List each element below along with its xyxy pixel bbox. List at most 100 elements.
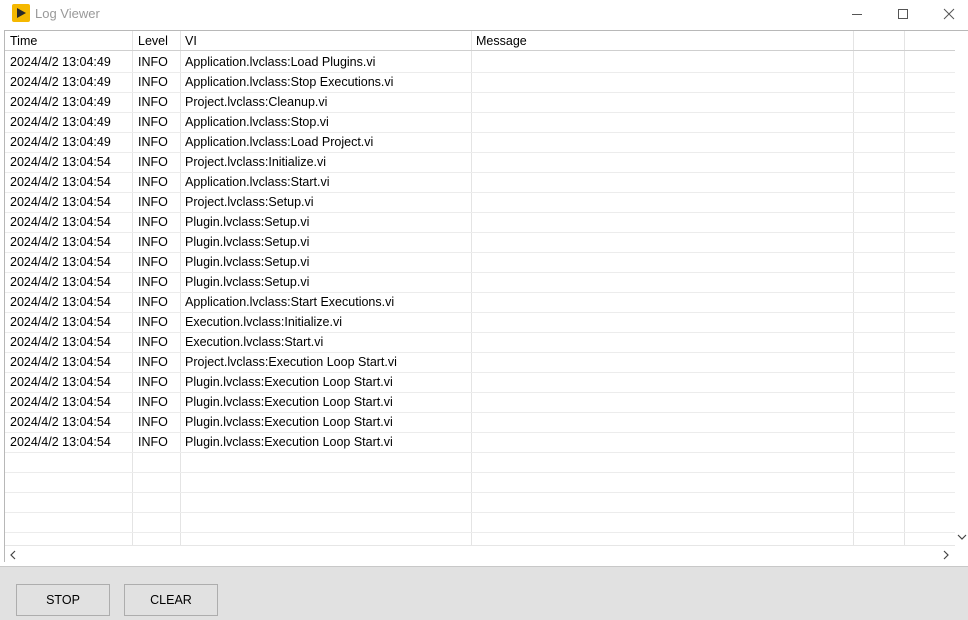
stop-button[interactable]: STOP (16, 584, 110, 616)
table-header: Time Level VI Message (5, 31, 955, 51)
cell-time: 2024/4/2 13:04:49 (10, 55, 111, 69)
cell-level: INFO (138, 95, 168, 109)
column-header-message[interactable]: Message (476, 34, 527, 48)
log-table[interactable]: Time Level VI Message 2024/4/2 13:04:49 I… (4, 30, 968, 562)
cell-time: 2024/4/2 13:04:54 (10, 235, 111, 249)
vertical-scrollbar[interactable] (955, 31, 968, 545)
table-row[interactable]: 2024/4/2 13:04:54 INFO Plugin.lvclass:Exec… (5, 393, 955, 413)
title-bar[interactable]: Log Viewer (0, 0, 968, 28)
cell-vi: Plugin.lvclass:Execution Loop Start.vi (185, 435, 393, 449)
cell-vi: Execution.lvclass:Initialize.vi (185, 315, 343, 329)
cell-level: INFO (138, 375, 168, 389)
table-row[interactable]: 2024/4/2 13:04:49 INFO Project.lvclass:Cle… (5, 93, 955, 113)
cell-time: 2024/4/2 13:04:54 (10, 275, 111, 289)
table-row[interactable]: 2024/4/2 13:04:54 INFO Plugin.lvclass:Setu… (5, 273, 955, 293)
cell-level: INFO (138, 395, 168, 409)
cell-level: INFO (138, 155, 168, 169)
cell-vi: Plugin.lvclass:Setup.vi (185, 275, 310, 289)
empty-table-row[interactable] (5, 513, 955, 533)
close-button[interactable] (926, 0, 968, 28)
cell-level: INFO (138, 115, 168, 129)
table-row[interactable]: 2024/4/2 13:04:54 INFO Plugin.lvclass:Exec… (5, 433, 955, 453)
cell-time: 2024/4/2 13:04:54 (10, 255, 111, 269)
column-header-level[interactable]: Level (138, 34, 168, 48)
cell-level: INFO (138, 275, 168, 289)
scroll-down-button[interactable] (956, 530, 968, 544)
table-row[interactable]: 2024/4/2 13:04:54 INFO Plugin.lvclass:Setu… (5, 253, 955, 273)
scroll-left-button[interactable] (8, 549, 18, 560)
table-row[interactable]: 2024/4/2 13:04:54 INFO Plugin.lvclass:Setu… (5, 233, 955, 253)
empty-table-row[interactable] (5, 453, 955, 473)
cell-vi: Plugin.lvclass:Setup.vi (185, 235, 310, 249)
cell-time: 2024/4/2 13:04:49 (10, 75, 111, 89)
cell-vi: Plugin.lvclass:Execution Loop Start.vi (185, 415, 393, 429)
table-row[interactable]: 2024/4/2 13:04:54 INFO Project.lvclass:Ini… (5, 153, 955, 173)
cell-level: INFO (138, 355, 168, 369)
minimize-button[interactable] (834, 0, 880, 28)
table-row[interactable]: 2024/4/2 13:04:54 INFO Execution.lvclass:I… (5, 313, 955, 333)
cell-time: 2024/4/2 13:04:54 (10, 175, 111, 189)
cell-vi: Application.lvclass:Load Plugins.vi (185, 55, 376, 69)
cell-level: INFO (138, 435, 168, 449)
table-row[interactable]: 2024/4/2 13:04:54 INFO Project.lvclass:Exe… (5, 353, 955, 373)
cell-vi: Application.lvclass:Stop Executions.vi (185, 75, 394, 89)
cell-level: INFO (138, 335, 168, 349)
cell-vi: Application.lvclass:Load Project.vi (185, 135, 374, 149)
clear-button[interactable]: CLEAR (124, 584, 218, 616)
table-row[interactable]: 2024/4/2 13:04:54 INFO Application.lvclass… (5, 293, 955, 313)
cell-time: 2024/4/2 13:04:54 (10, 375, 111, 389)
cell-level: INFO (138, 255, 168, 269)
cell-level: INFO (138, 415, 168, 429)
cell-level: INFO (138, 235, 168, 249)
chevron-left-icon (10, 550, 16, 560)
table-row[interactable]: 2024/4/2 13:04:49 INFO Application.lvclass… (5, 53, 955, 73)
cell-vi: Application.lvclass:Start.vi (185, 175, 330, 189)
cell-time: 2024/4/2 13:04:54 (10, 195, 111, 209)
maximize-button[interactable] (880, 0, 926, 28)
cell-level: INFO (138, 295, 168, 309)
table-row[interactable]: 2024/4/2 13:04:54 INFO Project.lvclass:Set… (5, 193, 955, 213)
table-row[interactable]: 2024/4/2 13:04:49 INFO Application.lvclass… (5, 73, 955, 93)
cell-level: INFO (138, 315, 168, 329)
cell-time: 2024/4/2 13:04:49 (10, 115, 111, 129)
scroll-right-button[interactable] (941, 549, 951, 560)
table-row[interactable]: 2024/4/2 13:04:54 INFO Application.lvclass… (5, 173, 955, 193)
table-row[interactable]: 2024/4/2 13:04:54 INFO Execution.lvclass:S… (5, 333, 955, 353)
column-header-vi[interactable]: VI (185, 34, 197, 48)
cell-time: 2024/4/2 13:04:54 (10, 315, 111, 329)
cell-vi: Application.lvclass:Stop.vi (185, 115, 329, 129)
table-row[interactable]: 2024/4/2 13:04:54 INFO Plugin.lvclass:Setu… (5, 213, 955, 233)
cell-time: 2024/4/2 13:04:54 (10, 355, 111, 369)
cell-level: INFO (138, 55, 168, 69)
labview-run-icon (12, 4, 30, 22)
table-row[interactable]: 2024/4/2 13:04:49 INFO Application.lvclass… (5, 113, 955, 133)
cell-time: 2024/4/2 13:04:54 (10, 155, 111, 169)
cell-level: INFO (138, 215, 168, 229)
cell-vi: Execution.lvclass:Start.vi (185, 335, 324, 349)
cell-vi: Plugin.lvclass:Setup.vi (185, 215, 310, 229)
cell-time: 2024/4/2 13:04:54 (10, 415, 111, 429)
table-row[interactable]: 2024/4/2 13:04:54 INFO Plugin.lvclass:Exec… (5, 413, 955, 433)
cell-time: 2024/4/2 13:04:54 (10, 215, 111, 229)
chevron-down-icon (957, 534, 967, 540)
cell-vi: Plugin.lvclass:Execution Loop Start.vi (185, 375, 393, 389)
chevron-right-icon (943, 550, 949, 560)
cell-time: 2024/4/2 13:04:49 (10, 135, 111, 149)
cell-level: INFO (138, 175, 168, 189)
cell-level: INFO (138, 75, 168, 89)
cell-vi: Plugin.lvclass:Execution Loop Start.vi (185, 395, 393, 409)
cell-time: 2024/4/2 13:04:54 (10, 335, 111, 349)
empty-table-row[interactable] (5, 493, 955, 513)
horizontal-scrollbar[interactable] (5, 545, 955, 561)
cell-vi: Plugin.lvclass:Setup.vi (185, 255, 310, 269)
empty-table-row[interactable] (5, 473, 955, 493)
close-icon (943, 8, 955, 20)
cell-time: 2024/4/2 13:04:54 (10, 435, 111, 449)
cell-vi: Project.lvclass:Execution Loop Start.vi (185, 355, 397, 369)
cell-vi: Project.lvclass:Cleanup.vi (185, 95, 328, 109)
table-row[interactable]: 2024/4/2 13:04:49 INFO Application.lvclass… (5, 133, 955, 153)
table-row[interactable]: 2024/4/2 13:04:54 INFO Plugin.lvclass:Exec… (5, 373, 955, 393)
control-panel: STOP CLEAR (0, 566, 968, 620)
minimize-icon (852, 14, 862, 15)
column-header-time[interactable]: Time (10, 34, 37, 48)
